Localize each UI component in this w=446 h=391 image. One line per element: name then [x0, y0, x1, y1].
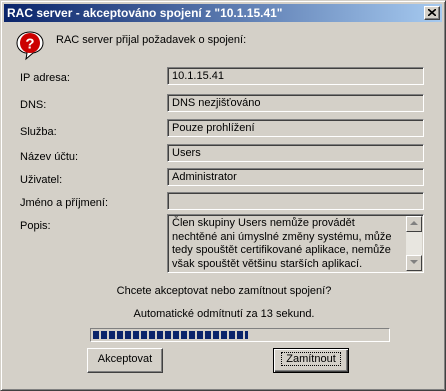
user-label: Uživatel:: [20, 174, 63, 186]
fullname-label: Jméno a příjmení:: [20, 197, 109, 209]
countdown-text: Automatické odmítnutí za 13 sekund.: [133, 308, 315, 320]
dns-field[interactable]: DNS nezjišťováno: [167, 94, 424, 112]
reject-button[interactable]: Zamítnout: [273, 348, 349, 373]
arrow-up-icon: [410, 221, 418, 225]
ip-label: IP adresa:: [20, 72, 70, 84]
title-bar[interactable]: RAC server - akceptováno spojení z "10.1…: [4, 4, 442, 22]
accept-button-label: Akceptovat: [97, 353, 153, 365]
accept-prompt: Chcete akceptovat nebo zamítnout spojení…: [116, 285, 332, 297]
window-title: RAC server - akceptováno spojení z "10.1…: [7, 6, 283, 20]
description-text: Člen skupiny Users nemůže provádět necht…: [172, 217, 392, 270]
close-button[interactable]: [424, 6, 440, 20]
reject-button-label: Zamítnout: [281, 352, 341, 366]
countdown-progress-bar: [90, 328, 390, 342]
arrow-down-icon: [410, 260, 418, 264]
request-message: RAC server přijal požadavek o spojení:: [56, 34, 247, 46]
ip-field[interactable]: 10.1.15.41: [167, 67, 424, 85]
progress-fill: [93, 331, 248, 339]
svg-text:?: ?: [25, 36, 34, 53]
fullname-field[interactable]: [167, 192, 424, 210]
description-label: Popis:: [20, 220, 51, 232]
description-scrollbar[interactable]: [406, 216, 422, 271]
close-icon: [428, 9, 436, 16]
scroll-up-button[interactable]: [406, 216, 422, 232]
dns-label: DNS:: [20, 99, 47, 111]
dialog-window: RAC server - akceptováno spojení z "10.1…: [0, 0, 446, 391]
accept-button[interactable]: Akceptovat: [87, 348, 163, 373]
account-field[interactable]: Users: [167, 144, 424, 162]
question-icon: ?: [16, 31, 44, 61]
user-field[interactable]: Administrator: [167, 168, 424, 186]
description-field[interactable]: Člen skupiny Users nemůže provádět necht…: [167, 214, 424, 273]
scroll-down-button[interactable]: [406, 255, 422, 271]
service-field[interactable]: Pouze prohlížení: [167, 119, 424, 137]
service-label: Služba:: [20, 126, 57, 138]
account-label: Název účtu:: [20, 151, 79, 163]
